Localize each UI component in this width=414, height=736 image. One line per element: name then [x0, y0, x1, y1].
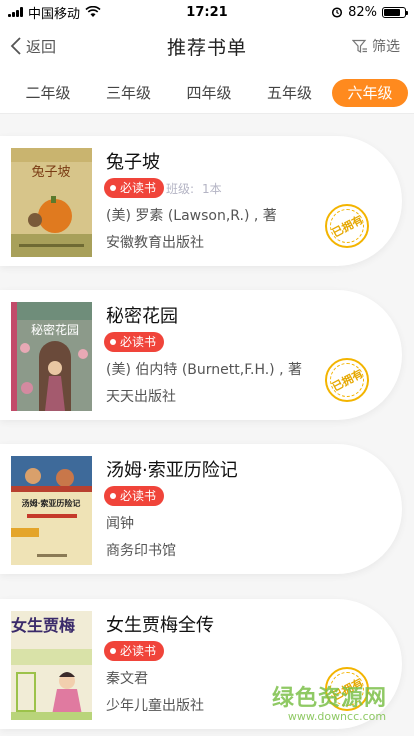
book-publisher: 少年儿童出版社 [106, 698, 204, 714]
filter-icon [352, 39, 367, 53]
book-title: 女生贾梅全传 [106, 615, 214, 636]
nav-bar: 返回 推荐书单 筛选 [0, 24, 414, 68]
filter-button[interactable]: 筛选 [352, 24, 400, 68]
must-read-badge: 必读书 [104, 332, 165, 352]
wifi-icon [85, 6, 101, 17]
cover-title: 兔子坡 [31, 165, 70, 180]
book-cover[interactable]: 汤姆·索亚历险记 [11, 456, 92, 565]
book-list: 兔子坡 兔子坡 必读书 班级: 1本 (美) 罗素 (Lawson,R.) , … [0, 114, 414, 736]
page-title: 推荐书单 [166, 36, 247, 59]
book-card[interactable]: 女生贾梅 女生贾梅全传 必读书 秦文君 少年儿童出版社 已拥有 [0, 599, 402, 729]
chevron-left-icon [10, 37, 21, 55]
class-count-label: 班级: [166, 182, 195, 196]
tab-grade-6[interactable]: 六年级 [332, 78, 408, 107]
book-title: 汤姆·索亚历险记 [106, 460, 238, 481]
book-author: 闻钟 [106, 516, 134, 532]
book-publisher: 商务印书馆 [106, 543, 176, 559]
tab-grade-3[interactable]: 三年级 [91, 79, 167, 107]
book-publisher: 安徽教育出版社 [106, 235, 204, 251]
battery-percent: 82% [348, 4, 377, 20]
status-bar: 中国移动 17:21 82% [0, 0, 414, 24]
book-author: 秦文君 [106, 671, 148, 687]
signal-icon [8, 7, 23, 17]
cover-title: 汤姆·索亚历险记 [22, 498, 81, 508]
book-card[interactable]: 秘密花园 秘密花园 必读书 (美) 伯内特 (Burnett,F.H.) , 著… [0, 290, 402, 420]
tab-grade-5[interactable]: 五年级 [252, 79, 328, 107]
book-cover[interactable]: 兔子坡 [11, 148, 92, 257]
book-card[interactable]: 兔子坡 兔子坡 必读书 班级: 1本 (美) 罗素 (Lawson,R.) , … [0, 136, 402, 266]
book-author: (美) 罗素 (Lawson,R.) , 著 [106, 208, 277, 224]
must-read-badge: 必读书 [104, 641, 165, 661]
must-read-badge: 必读书 [104, 486, 165, 506]
book-card[interactable]: 汤姆·索亚历险记 汤姆·索亚历险记 必读书 闻钟 商务印书馆 [0, 444, 402, 574]
grade-tabs: 二年级 三年级 四年级 五年级 六年级 [0, 72, 414, 114]
owned-stamp-icon: 已拥有 [325, 358, 369, 402]
book-title: 兔子坡 [106, 152, 160, 173]
tab-grade-2[interactable]: 二年级 [10, 79, 86, 107]
carrier-label: 中国移动 [28, 6, 81, 22]
must-read-badge: 必读书 [104, 178, 165, 198]
book-title: 秘密花园 [106, 306, 178, 327]
back-button[interactable]: 返回 [10, 24, 56, 68]
cover-title: 女生贾梅 [11, 616, 75, 635]
class-count-value: 1本 [202, 182, 222, 196]
filter-label: 筛选 [372, 39, 400, 55]
book-author: (美) 伯内特 (Burnett,F.H.) , 著 [106, 362, 302, 378]
owned-stamp-icon: 已拥有 [325, 204, 369, 248]
back-label: 返回 [26, 37, 57, 56]
tab-grade-4[interactable]: 四年级 [171, 79, 247, 107]
cover-title: 秘密花园 [31, 322, 79, 337]
battery-icon [382, 6, 408, 18]
owned-stamp-icon: 已拥有 [325, 667, 369, 711]
alarm-icon [332, 7, 343, 18]
book-cover[interactable]: 秘密花园 [11, 302, 92, 411]
book-cover[interactable]: 女生贾梅 [11, 611, 92, 720]
book-publisher: 天天出版社 [106, 389, 176, 405]
